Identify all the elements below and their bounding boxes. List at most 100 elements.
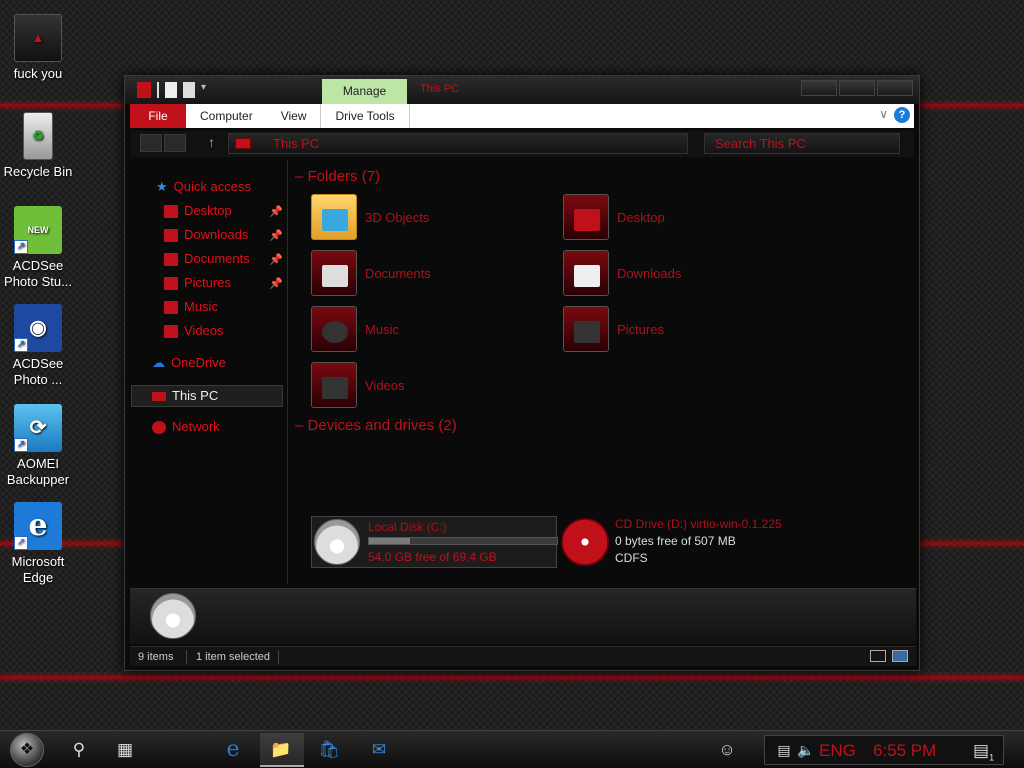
nav-item-downloads[interactable]: Downloads bbox=[164, 224, 248, 246]
shortcut-arrow-icon: ↗ bbox=[14, 438, 28, 452]
chevron-down-icon[interactable]: ▾ bbox=[201, 82, 211, 98]
nav-item-pictures[interactable]: Pictures bbox=[164, 272, 231, 294]
folder-pictures[interactable]: Pictures bbox=[563, 306, 803, 358]
shortcut-arrow-icon: ↗ bbox=[14, 338, 28, 352]
help-icon[interactable]: ? bbox=[894, 107, 910, 123]
drive-usage-bar bbox=[368, 537, 558, 545]
tab-manage[interactable]: Manage bbox=[322, 79, 407, 104]
drive-cd-d[interactable]: CD Drive (D:) virtio-win-0.1.225 0 bytes… bbox=[561, 516, 851, 568]
nav-item-documents[interactable]: Documents bbox=[164, 248, 250, 270]
cd-drive-icon bbox=[561, 518, 609, 566]
explorer-window[interactable]: ▾ Manage This PC File Computer View Driv… bbox=[124, 75, 920, 671]
drive-local-disk-c[interactable]: Local Disk (C:) 54.0 GB free of 69.4 GB bbox=[311, 516, 558, 568]
desktop-icon-aomei[interactable]: ⟳ ↗ AOMEI Backupper bbox=[0, 404, 76, 488]
desktop-icon bbox=[164, 205, 178, 219]
desktop-icon-edge[interactable]: e ↗ Microsoft Edge bbox=[0, 502, 76, 586]
details-view-icon[interactable] bbox=[870, 650, 886, 662]
address-bar[interactable]: This PC bbox=[228, 133, 688, 154]
language-indicator[interactable]: ENG bbox=[819, 741, 856, 761]
nav-item-music[interactable]: Music bbox=[164, 296, 218, 318]
acdsee-camera-icon: ◉ ↗ bbox=[14, 304, 62, 352]
mail-icon[interactable]: ✉ bbox=[366, 737, 392, 763]
separator bbox=[157, 82, 159, 98]
back-button[interactable] bbox=[140, 134, 162, 152]
clock[interactable]: 6:55 PM bbox=[873, 741, 936, 761]
properties-icon[interactable] bbox=[165, 82, 177, 98]
action-center-icon[interactable]: ▤1 bbox=[973, 741, 994, 762]
start-button[interactable]: ❖ bbox=[10, 733, 44, 767]
pin-icon[interactable]: 📌 bbox=[269, 277, 283, 290]
desktop-icon-folder[interactable]: ▲ fuck you bbox=[0, 14, 76, 82]
close-button[interactable] bbox=[877, 80, 913, 96]
ribbon-tabs: File Computer View Drive Tools ∨ ? bbox=[130, 104, 914, 128]
documents-icon bbox=[164, 253, 178, 267]
folder-3d-objects[interactable]: 3D Objects bbox=[311, 194, 551, 246]
system-tray: ▤ 🔈 ENG 6:55 PM ▤1 bbox=[764, 735, 1004, 765]
nav-item-this-pc[interactable]: This PC bbox=[152, 385, 218, 407]
search-icon[interactable]: ⚲ bbox=[66, 737, 92, 763]
tab-drive-tools[interactable]: Drive Tools bbox=[320, 104, 410, 128]
folder-desktop[interactable]: Desktop bbox=[563, 194, 803, 246]
file-explorer-icon[interactable]: 📁 bbox=[268, 737, 294, 763]
drives-group-header[interactable]: – Devices and drives (2) bbox=[295, 417, 457, 434]
desktop-folder-icon bbox=[563, 194, 609, 240]
minimize-button[interactable] bbox=[801, 80, 837, 96]
drive-usage-fill bbox=[369, 538, 411, 544]
search-input[interactable]: Search This PC bbox=[704, 133, 900, 154]
recycle-bin-icon: ♻ bbox=[23, 112, 53, 160]
folder-label: Music bbox=[365, 322, 399, 337]
shortcut-arrow-icon: ↗ bbox=[14, 240, 28, 254]
volume-muted-icon[interactable]: 🔈 bbox=[793, 737, 819, 763]
folder-label: Downloads bbox=[617, 266, 682, 281]
expand-ribbon-icon[interactable]: ∨ bbox=[879, 107, 888, 121]
nav-item-network[interactable]: Network bbox=[152, 416, 220, 438]
desktop-icon-acdsee-studio[interactable]: NEW ↗ ACDSee Photo Stu... bbox=[0, 206, 76, 290]
folder-documents[interactable]: Documents bbox=[311, 250, 551, 302]
tab-view[interactable]: View bbox=[267, 104, 321, 128]
downloads-folder-icon bbox=[563, 250, 609, 296]
videos-icon bbox=[164, 325, 178, 339]
nav-label: Downloads bbox=[184, 227, 249, 242]
store-icon[interactable]: 🛍 bbox=[316, 737, 342, 763]
nav-label: This PC bbox=[172, 388, 219, 403]
pin-icon[interactable]: 📌 bbox=[269, 253, 283, 266]
drive-name: Local Disk (C:) bbox=[368, 520, 447, 534]
new-folder-icon[interactable] bbox=[183, 82, 195, 98]
group-header-text: Folders (7) bbox=[307, 168, 381, 185]
nav-item-desktop[interactable]: Desktop bbox=[164, 200, 232, 222]
nav-label: Videos bbox=[184, 323, 224, 338]
pin-icon[interactable]: 📌 bbox=[269, 229, 283, 242]
up-arrow-icon[interactable]: ↑ bbox=[208, 134, 215, 150]
3d-objects-icon bbox=[311, 194, 357, 240]
forward-button[interactable] bbox=[164, 134, 186, 152]
maximize-button[interactable] bbox=[839, 80, 875, 96]
pin-icon[interactable]: 📌 bbox=[269, 205, 283, 218]
drive-icon[interactable] bbox=[137, 82, 151, 98]
aomei-backup-icon: ⟳ ↗ bbox=[14, 404, 62, 452]
nav-item-onedrive[interactable]: ☁ OneDrive bbox=[152, 352, 226, 374]
task-view-icon[interactable]: ▦ bbox=[112, 737, 138, 763]
star-icon: ★ bbox=[156, 179, 168, 194]
separator bbox=[186, 650, 187, 664]
navigation-pane: ★ Quick access Desktop 📌 Downloads 📌 Docu… bbox=[130, 160, 288, 584]
large-icons-view-icon[interactable] bbox=[892, 650, 908, 662]
folder-downloads[interactable]: Downloads bbox=[563, 250, 803, 302]
title-bar[interactable]: ▾ Manage This PC bbox=[125, 76, 919, 104]
desktop-icon-acdsee-photo[interactable]: ◉ ↗ ACDSee Photo ... bbox=[0, 304, 76, 388]
desktop-icon-recycle-bin[interactable]: ♻ Recycle Bin bbox=[0, 112, 76, 180]
nav-quick-access[interactable]: ★ Quick access bbox=[156, 176, 251, 198]
nav-item-videos[interactable]: Videos bbox=[164, 320, 224, 342]
folders-group-header[interactable]: – Folders (7) bbox=[295, 168, 380, 185]
people-icon[interactable]: ☺ bbox=[714, 737, 740, 763]
edge-icon[interactable]: e bbox=[220, 737, 246, 763]
folder-music[interactable]: Music bbox=[311, 306, 551, 358]
tab-file[interactable]: File bbox=[130, 104, 186, 128]
folder-label: Pictures bbox=[617, 322, 664, 337]
nav-label: OneDrive bbox=[171, 355, 226, 370]
tab-computer[interactable]: Computer bbox=[186, 104, 267, 128]
group-header-text: Devices and drives (2) bbox=[307, 417, 457, 434]
folder-videos[interactable]: Videos bbox=[311, 362, 551, 414]
network-icon bbox=[152, 421, 166, 435]
taskbar: ❖ ⚲ ▦ e 📁 🛍 ✉ ☺ ▤ 🔈 ENG 6:55 PM ▤1 bbox=[0, 730, 1024, 768]
content-pane: – Folders (7) 3D Objects Desktop Documen… bbox=[295, 160, 915, 584]
